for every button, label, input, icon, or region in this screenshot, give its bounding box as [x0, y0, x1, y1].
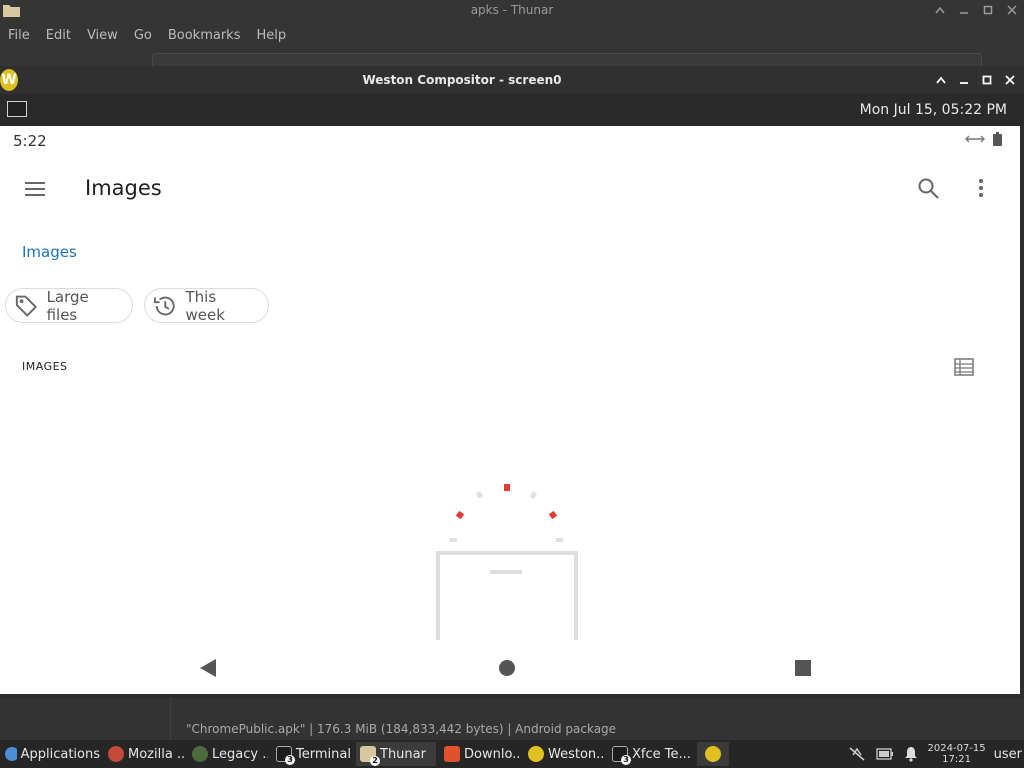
maximize-button[interactable] [979, 72, 995, 88]
android-screen: 5:22 Images Images Large files This week… [0, 126, 1020, 694]
menu-go[interactable]: Go [134, 28, 152, 43]
window-title: apks - Thunar [470, 3, 554, 17]
firefox-icon [108, 746, 124, 762]
taskbar-item-legacy[interactable]: Legacy ... [188, 742, 268, 766]
terminal-icon: 3 [612, 746, 631, 765]
tray-clock[interactable]: 2024-07-15 17:21 [928, 743, 986, 765]
section-header: IMAGES [22, 360, 68, 373]
legacy-app-icon [192, 746, 208, 762]
notification-bell-icon[interactable] [904, 746, 918, 762]
more-vert-icon[interactable] [970, 177, 992, 199]
sidebar-divider [170, 698, 171, 740]
thunar-titlebar: apks - Thunar [0, 0, 1024, 22]
weston-panel: Mon Jul 15, 05:22 PM [0, 94, 1024, 126]
maximize-up-icon[interactable] [932, 2, 948, 18]
window-count-badge: 2 [370, 756, 380, 766]
weston-icon [528, 746, 544, 762]
brave-icon [444, 746, 460, 762]
weston-tray-button[interactable] [697, 742, 729, 766]
taskbar-label: Thunar [380, 746, 426, 762]
thunar-menubar: File Edit View Go Bookmarks Help [0, 22, 1024, 48]
applications-menu[interactable]: Applications [0, 742, 100, 766]
weston-title: Weston Compositor - screen0 [362, 73, 562, 87]
link-arrows-icon [965, 135, 985, 143]
thunar-statusbar: "ChromePublic.apk" | 176.3 MiB (184,833,… [0, 698, 1024, 740]
list-view-icon[interactable] [954, 358, 974, 376]
user-name[interactable]: user [994, 747, 1022, 762]
menu-help[interactable]: Help [256, 28, 286, 43]
maximize-up-icon[interactable] [933, 72, 949, 88]
app-bar-title: Images [85, 176, 162, 200]
weston-titlebar: W Weston Compositor - screen0 [0, 66, 1024, 94]
thunar-toolbar [0, 48, 1024, 69]
battery-icon[interactable] [875, 748, 894, 760]
search-icon[interactable] [917, 177, 939, 199]
chip-large-files[interactable]: Large files [5, 287, 133, 324]
weston-icon [705, 746, 721, 762]
taskbar-label: Mozilla ... [128, 746, 184, 762]
taskbar-label: Downlo... [464, 746, 520, 762]
battery-icon [993, 132, 1002, 146]
status-text: "ChromePublic.apk" | 176.3 MiB (184,833,… [186, 722, 617, 736]
history-icon [153, 296, 175, 315]
tag-icon [15, 295, 37, 316]
panel-clock: Mon Jul 15, 05:22 PM [859, 102, 1007, 118]
menu-edit[interactable]: Edit [46, 28, 71, 43]
minimize-button[interactable] [956, 72, 972, 88]
taskbar-item-weston[interactable]: Weston... [524, 742, 604, 766]
taskbar-label: Applications [20, 746, 100, 762]
taskbar-item-mozilla[interactable]: Mozilla ... [104, 742, 184, 766]
minimize-button[interactable] [956, 2, 972, 18]
menu-view[interactable]: View [87, 28, 118, 43]
back-icon[interactable] [199, 658, 217, 678]
empty-folder-illustration [436, 484, 578, 640]
window-count-badge: 3 [285, 755, 295, 765]
window-count-badge: 3 [621, 755, 631, 765]
taskbar: Applications Mozilla ... Legacy ... 3 Te… [0, 740, 1024, 768]
navigation-bar [0, 646, 1020, 690]
taskbar-item-thunar[interactable]: 2 Thunar [356, 742, 436, 766]
breadcrumb[interactable]: Images [22, 243, 77, 261]
home-icon[interactable] [498, 659, 516, 677]
system-tray: 2024-07-15 17:21 user [848, 740, 1024, 768]
xfce-menu-icon [5, 747, 17, 761]
taskbar-label: Weston... [548, 746, 604, 762]
recents-icon[interactable] [794, 659, 812, 677]
taskbar-label: Terminal [296, 746, 351, 762]
tray-date: 2024-07-15 [927, 743, 986, 754]
taskbar-item-downloads[interactable]: Downlo... [440, 742, 520, 766]
chip-label: This week [185, 287, 225, 324]
terminal-launcher-icon[interactable] [7, 101, 27, 117]
chip-label: Large files [46, 287, 89, 324]
terminal-icon: 3 [276, 746, 295, 765]
close-button[interactable] [1002, 72, 1018, 88]
status-time: 5:22 [13, 132, 47, 150]
taskbar-item-xfce-terminal[interactable]: 3 Xfce Te... [608, 742, 692, 766]
close-button[interactable] [1004, 2, 1020, 18]
chip-this-week[interactable]: This week [144, 287, 269, 324]
maximize-button[interactable] [980, 2, 996, 18]
taskbar-item-terminal[interactable]: 3 Terminal [272, 742, 352, 766]
folder-icon: 2 [360, 746, 380, 766]
menu-bookmarks[interactable]: Bookmarks [168, 28, 241, 43]
menu-file[interactable]: File [8, 28, 30, 43]
hamburger-menu-icon[interactable] [24, 178, 46, 200]
taskbar-label: Xfce Te... [632, 746, 691, 762]
network-off-icon[interactable] [848, 746, 866, 762]
taskbar-label: Legacy ... [212, 746, 268, 762]
tray-time: 17:21 [942, 754, 971, 765]
